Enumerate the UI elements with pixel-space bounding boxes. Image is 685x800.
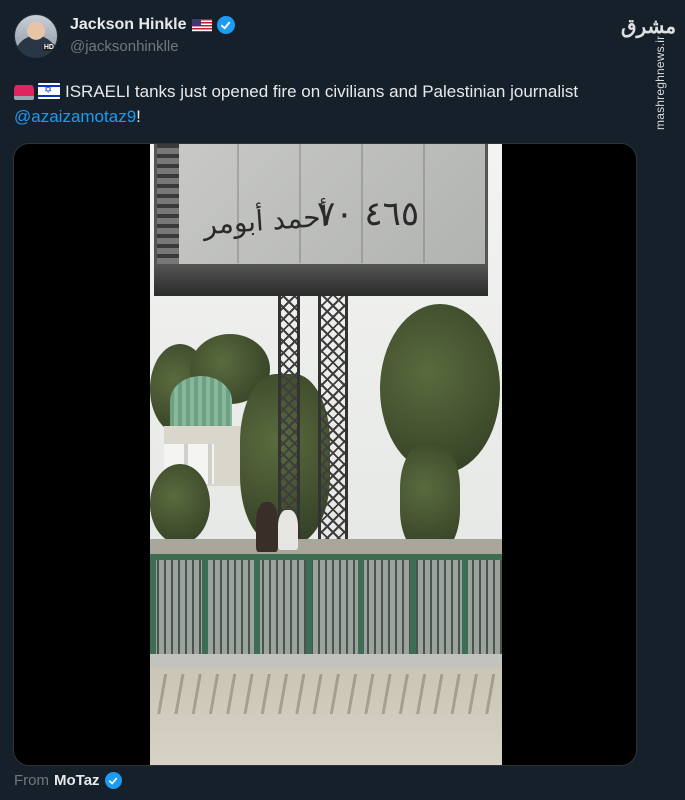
author-names: Jackson Hinkle @jacksonhinklle — [70, 16, 235, 55]
billboard-frame — [154, 264, 488, 296]
video-player[interactable]: أحمد أبومر ٤٦٥ ٧٠ — [13, 143, 637, 766]
curb — [150, 654, 502, 668]
us-flag-icon — [191, 18, 212, 32]
person — [256, 502, 278, 552]
palm-tree — [150, 464, 210, 544]
pylon — [318, 294, 348, 564]
verified-badge-icon — [104, 772, 122, 789]
author-display-name[interactable]: Jackson Hinkle — [70, 16, 187, 34]
billboard-graffiti-right: ٤٦٥ ٧٠ — [317, 194, 420, 234]
person — [278, 510, 298, 550]
author-avatar[interactable]: HD — [14, 14, 58, 58]
verified-badge-icon[interactable] — [216, 16, 235, 34]
attribution: From MoTaz — [14, 772, 122, 789]
video-frame[interactable]: أحمد أبومر ٤٦٥ ٧٠ — [150, 144, 502, 765]
watermark-logo: مشرق — [621, 14, 677, 38]
israel-flag-icon — [38, 83, 60, 99]
billboard-graffiti-left: أحمد أبومر — [202, 199, 330, 242]
watermark-url: mashreghnews.ir — [653, 35, 667, 130]
attribution-prefix: From — [14, 772, 49, 789]
tweet-text: ISRAELI tanks just opened fire on civili… — [14, 79, 654, 129]
fence — [150, 554, 502, 669]
debris — [150, 674, 502, 714]
attribution-name[interactable]: MoTaz — [54, 772, 100, 789]
siren-icon — [14, 82, 34, 100]
avatar-badge: HD — [42, 44, 55, 51]
mention-link[interactable]: @azaizamotaz9 — [14, 107, 136, 126]
tweet-text-end: ! — [136, 107, 141, 126]
author-name-row: Jackson Hinkle — [70, 16, 235, 34]
mosque-dome — [170, 376, 232, 426]
palm-tree — [400, 444, 460, 554]
tweet-header: HD Jackson Hinkle @jacksonhinklle — [14, 14, 235, 58]
author-handle[interactable]: @jacksonhinklle — [70, 38, 235, 55]
tweet-body: ISRAELI tanks just opened fire on civili… — [65, 82, 579, 101]
